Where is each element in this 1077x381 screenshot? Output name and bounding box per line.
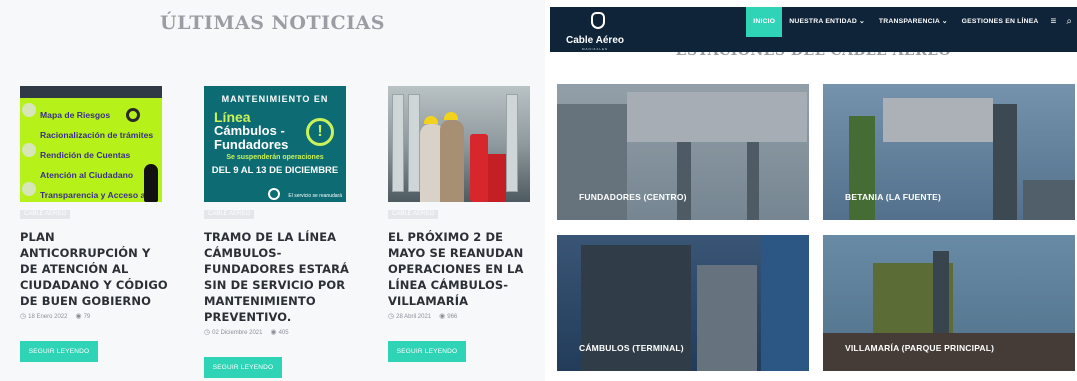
station-name: FUNDADORES (CENTRO): [579, 192, 687, 202]
news-date: ◷ 18 Enero 2022: [20, 313, 68, 320]
station-name: BETANIA (LA FUENTE): [845, 192, 942, 202]
news-image-workers[interactable]: [388, 86, 530, 202]
news-card: CABLE AÉREO EL PRÓXIMO 2 DE MAYO SE REAN…: [388, 86, 538, 309]
bullet-icon: [22, 143, 36, 157]
image-text-line: Racionalización de trámites: [40, 130, 154, 140]
eye-icon: ◉: [75, 313, 82, 320]
news-card-title[interactable]: PLAN ANTICORRUPCIÓN Y DE ATENCIÓN AL CIU…: [20, 229, 168, 309]
magnifier-icon: [126, 108, 140, 122]
news-meta: ◷ 28 Abril 2021 ◉ 966: [388, 312, 457, 320]
station-tile-villamaria[interactable]: VILLAMARÍA (PARQUE PRINCIPAL): [823, 235, 1075, 371]
image-text-line: Cámbulos - Fundadores: [214, 123, 289, 152]
read-more-button[interactable]: SEGUIR LEYENDO: [20, 341, 98, 362]
red-pipe: [488, 154, 506, 202]
stations-section: ESTACIONES DEL CABLE AÉREO Cable Aéreo M…: [550, 0, 1077, 381]
brand-subtitle: MANIZALES: [581, 47, 608, 51]
person-silhouette-icon: [144, 164, 158, 202]
clock-icon: ◷: [20, 313, 27, 320]
equipment-rack: [408, 94, 420, 192]
nav-item-nuestra-entidad[interactable]: NUESTRA ENTIDAD ⌄: [782, 7, 872, 37]
news-views: ◉ 405: [270, 329, 289, 336]
station-tile-betania[interactable]: BETANIA (LA FUENTE): [823, 84, 1075, 220]
news-section: ÚLTIMAS NOTICIAS Mapa de Riesgos Raciona…: [0, 0, 545, 381]
category-tag[interactable]: CABLE AÉREO: [20, 210, 71, 219]
red-pipe: [470, 134, 488, 202]
warning-icon: !: [306, 118, 334, 146]
nav-item-gestiones[interactable]: GESTIONES EN LÍNEA: [955, 7, 1046, 37]
equipment-rack: [392, 94, 404, 192]
image-text-line: MANTENIMIENTO EN: [221, 94, 329, 104]
eye-icon: ◉: [270, 329, 277, 336]
eye-icon: ◉: [439, 313, 446, 320]
news-image-mantenimiento[interactable]: MANTENIMIENTO EN Línea Cámbulos - Fundad…: [204, 86, 346, 202]
news-card-title[interactable]: TRAMO DE LA LÍNEA CÁMBULOS-FUNDADORES ES…: [204, 229, 352, 325]
nav-item-transparencia[interactable]: TRANSPARENCIA ⌄: [872, 7, 955, 37]
news-card: MANTENIMIENTO EN Línea Cámbulos - Fundad…: [204, 86, 354, 325]
news-meta: ◷ 18 Enero 2022 ◉ 79: [20, 312, 90, 320]
image-text-line: Rendición de Cuentas: [40, 150, 131, 160]
brand-logo[interactable]: Cable Aéreo MANIZALES: [560, 10, 630, 52]
read-more-button[interactable]: SEGUIR LEYENDO: [204, 357, 282, 378]
gondola-icon: [591, 12, 605, 29]
clock-icon: ◷: [204, 329, 211, 336]
news-section-title: ÚLTIMAS NOTICIAS: [160, 12, 385, 34]
station-name: VILLAMARÍA (PARQUE PRINCIPAL): [845, 343, 995, 353]
search-icon[interactable]: ⌕: [1061, 7, 1077, 37]
image-header-bar: [20, 86, 162, 98]
helmet-icon: [444, 112, 458, 120]
hamburger-icon[interactable]: ≡: [1046, 7, 1062, 37]
nav-menu: INICIO NUESTRA ENTIDAD ⌄ TRANSPARENCIA ⌄…: [746, 7, 1077, 37]
image-text-line: Mapa de Riesgos: [40, 110, 111, 120]
news-image-anticorrupcion[interactable]: Mapa de Riesgos Racionalización de trámi…: [20, 86, 162, 202]
equipment-rack: [506, 94, 518, 192]
helmet-icon: [424, 116, 438, 124]
bullet-icon: [22, 182, 36, 196]
station-tile-fundadores[interactable]: FUNDADORES (CENTRO): [557, 84, 809, 220]
main-navbar: Cable Aéreo MANIZALES INICIO NUESTRA ENT…: [550, 7, 1077, 52]
news-date: ◷ 28 Abril 2021: [388, 313, 432, 320]
news-card-title[interactable]: EL PRÓXIMO 2 DE MAYO SE REANUDAN OPERACI…: [388, 229, 536, 309]
brand-name: Cable Aéreo: [566, 35, 624, 46]
news-date: ◷ 02 Diciembre 2021: [204, 329, 263, 336]
news-views: ◉ 966: [439, 313, 458, 320]
read-more-button[interactable]: SEGUIR LEYENDO: [388, 341, 466, 362]
image-text-line: El servicio se reanudará: [288, 193, 342, 199]
category-tag[interactable]: CABLE AÉREO: [388, 210, 439, 219]
image-text-line: DEL 9 AL 13 DE DICIEMBRE: [211, 165, 339, 176]
image-text-line: Atención al Ciudadano: [40, 170, 134, 180]
nav-item-inicio[interactable]: INICIO: [746, 7, 783, 37]
cable-logo-icon: [268, 188, 280, 200]
image-text-line: Transparencia y Acceso a: [40, 190, 146, 200]
station-name: CÁMBULOS (TERMINAL): [579, 343, 684, 353]
bullet-icon: [22, 103, 36, 117]
image-text-line: Se suspenderán operaciones: [226, 154, 324, 161]
image-text-line: Línea: [214, 109, 251, 125]
news-card: Mapa de Riesgos Racionalización de trámi…: [20, 86, 170, 309]
worker-figure: [440, 120, 464, 202]
station-tile-cambulos[interactable]: CÁMBULOS (TERMINAL): [557, 235, 809, 371]
clock-icon: ◷: [388, 313, 395, 320]
category-tag[interactable]: CABLE AÉREO: [204, 210, 255, 219]
news-meta: ◷ 02 Diciembre 2021 ◉ 405: [204, 328, 289, 336]
news-views: ◉ 79: [75, 313, 91, 320]
